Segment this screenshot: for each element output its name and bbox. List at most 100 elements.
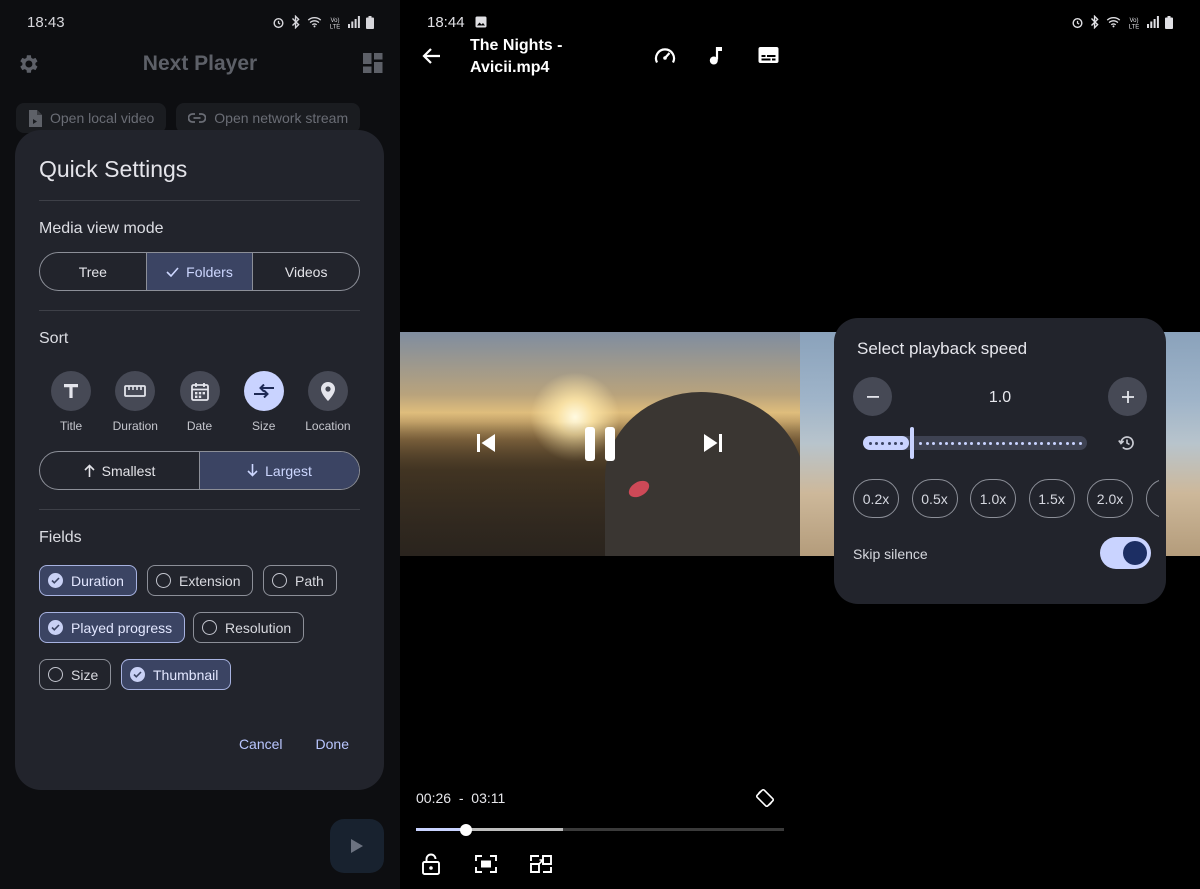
back-arrow-icon[interactable] (420, 44, 444, 68)
sort-title-label: Title (59, 419, 83, 433)
preset-2-0x[interactable]: 2.0x (1087, 479, 1133, 518)
screen-rotation-icon[interactable] (756, 789, 774, 807)
seek-thumb[interactable] (460, 823, 472, 836)
speed-slider-thumb[interactable] (910, 427, 914, 459)
play-icon (351, 839, 363, 853)
preset-0-5x[interactable]: 0.5x (911, 479, 958, 518)
field-chip-duration[interactable]: Duration (39, 565, 137, 596)
settings-gear-icon[interactable] (16, 52, 40, 76)
reset-history-icon[interactable] (1118, 434, 1136, 452)
divider (39, 310, 360, 311)
radio-unchecked-icon (272, 573, 287, 588)
fit-screen-icon[interactable] (475, 855, 497, 873)
segment-folders[interactable]: Folders (146, 253, 254, 290)
preset-1-0x[interactable]: 1.0x (970, 479, 1016, 518)
speed-slider-tick (887, 441, 891, 445)
speed-slider[interactable] (863, 427, 1087, 459)
volte-icon: Vo)LTE (1129, 18, 1140, 29)
dialog-title: Quick Settings (39, 156, 188, 182)
sort-date-label: Date (186, 419, 213, 433)
open-network-stream-chip[interactable]: Open network stream (176, 103, 361, 133)
arrow-up-icon (84, 464, 95, 477)
playback-speed-dialog: Select playback speed 1.0 0.2x 0.5x 1.0x… (834, 318, 1166, 604)
status-icons: Vo) LTE (272, 15, 374, 29)
sort-date-button[interactable] (179, 371, 220, 411)
battery-icon (366, 15, 374, 29)
skip-previous-icon[interactable] (476, 433, 496, 453)
speed-slider-tick (925, 441, 929, 445)
audio-track-note-icon[interactable] (709, 46, 723, 66)
left-screen: 18:43 Vo) LTE Next Player Open local vide… (0, 0, 400, 889)
status-time: 18:44 (427, 13, 465, 31)
order-largest[interactable]: Largest (200, 452, 359, 489)
subtitles-icon[interactable] (758, 46, 779, 64)
field-chip-path[interactable]: Path (263, 565, 337, 596)
field-chip-thumbnail[interactable]: Thumbnail (121, 659, 232, 690)
speed-slider-tick (976, 441, 980, 445)
seek-bar[interactable] (416, 823, 784, 836)
done-button[interactable]: Done (316, 736, 349, 752)
segment-tree[interactable]: Tree (40, 253, 147, 290)
file-video-icon (29, 109, 42, 127)
field-chip-played-progress[interactable]: Played progress (39, 612, 186, 643)
speed-slider-tick (970, 441, 974, 445)
field-chip-extension[interactable]: Extension (147, 565, 254, 596)
skip-next-icon[interactable] (703, 433, 723, 453)
playback-time: 00:26 - 03:11 (416, 790, 505, 806)
preset-0-2x[interactable]: 0.2x (853, 479, 899, 518)
field-chip-resolution[interactable]: Resolution (193, 612, 305, 643)
link-icon (188, 113, 207, 123)
skip-silence-switch[interactable] (1100, 537, 1151, 569)
video-rock (605, 392, 800, 556)
signal-icon (348, 16, 360, 28)
open-chips: Open local video Open network stream (16, 103, 361, 133)
speed-slider-tick (881, 441, 885, 445)
location-pin-icon (320, 381, 335, 401)
open-local-video-chip[interactable]: Open local video (16, 103, 167, 133)
open-network-stream-label: Open network stream (214, 110, 349, 126)
picture-in-picture-icon[interactable] (530, 855, 552, 873)
field-chip-size[interactable]: Size (39, 659, 112, 690)
volte-icon: Vo)LTE (330, 18, 341, 29)
calendar-icon (190, 382, 209, 401)
check-circle-icon (48, 620, 63, 635)
svg-text:Vo): Vo) (1129, 18, 1138, 24)
sort-title-button[interactable] (51, 371, 92, 411)
segment-videos[interactable]: Videos (253, 253, 359, 290)
segment-videos-label: Videos (284, 263, 328, 280)
sort-option-duration[interactable]: Duration (103, 371, 167, 433)
preset-1-5x[interactable]: 1.5x (1028, 479, 1075, 518)
speed-slider-tick (1033, 441, 1037, 445)
sort-option-location[interactable]: Location (296, 371, 360, 433)
sort-duration-button[interactable] (115, 371, 156, 411)
sort-option-date[interactable]: Date (167, 371, 231, 433)
radio-unchecked-icon (48, 667, 63, 682)
order-smallest[interactable]: Smallest (40, 452, 200, 489)
svg-text:LTE: LTE (1129, 24, 1140, 29)
sort-location-button[interactable] (307, 371, 348, 411)
bluetooth-icon (1091, 15, 1099, 29)
sort-size-button[interactable] (243, 371, 284, 411)
speed-slider-tick (1072, 441, 1076, 445)
preset-label: 2.0x (1096, 490, 1124, 507)
playback-speed-icon[interactable] (654, 46, 676, 66)
segment-tree-label: Tree (78, 263, 107, 280)
check-circle-icon (48, 573, 63, 588)
skip-silence-label: Skip silence (853, 546, 928, 562)
lock-icon[interactable] (422, 853, 440, 875)
field-thumbnail-label: Thumbnail (153, 666, 219, 683)
speed-slider-tick (900, 441, 904, 445)
battery-icon (1165, 15, 1173, 29)
preset-label: 0.5x (921, 490, 948, 507)
video-title: The Nights - Avicii.mp4 (470, 37, 563, 76)
preset-more[interactable] (1145, 479, 1159, 518)
sort-option-size[interactable]: Size (232, 371, 296, 433)
speed-slider-tick (1040, 441, 1044, 445)
play-fab-button[interactable] (330, 819, 384, 873)
cancel-button[interactable]: Cancel (239, 736, 283, 752)
sort-option-title[interactable]: Title (39, 371, 103, 433)
fields-label: Fields (39, 529, 82, 546)
pause-icon[interactable] (584, 426, 616, 462)
increase-speed-button[interactable] (1108, 377, 1147, 416)
dashboard-grid-icon[interactable] (363, 53, 383, 73)
